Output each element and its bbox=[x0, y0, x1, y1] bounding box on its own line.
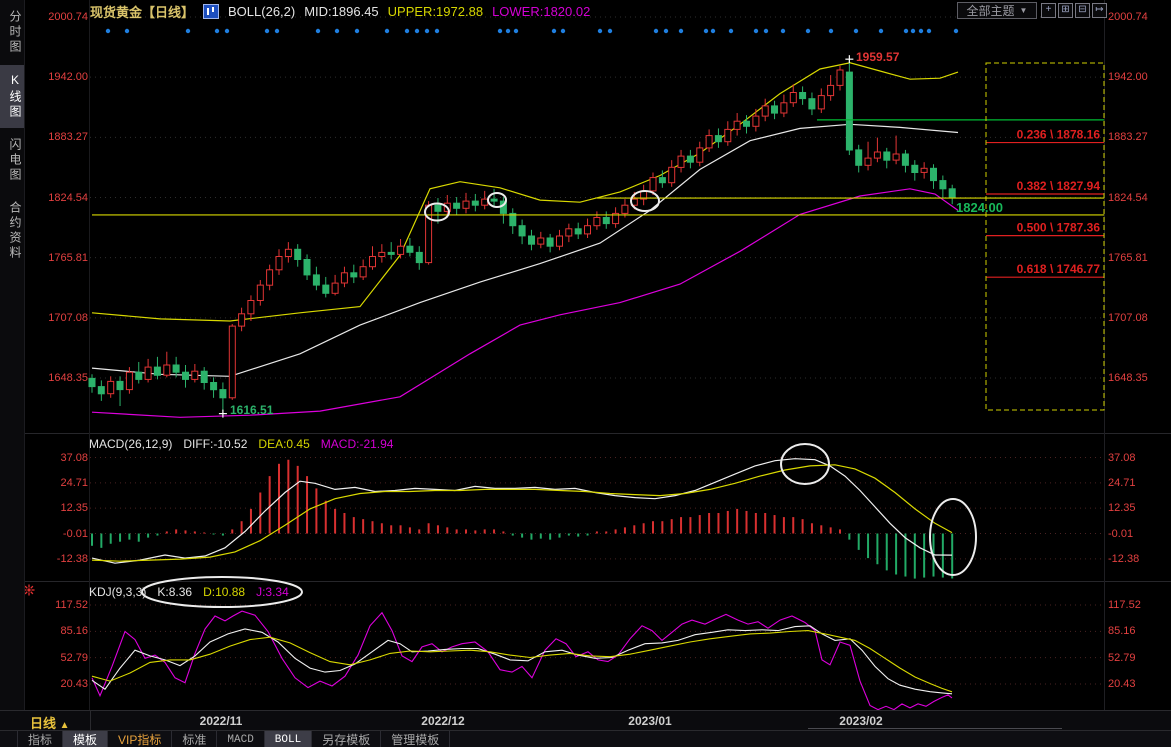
boll-indicator-label: BOLL(26,2) bbox=[228, 3, 296, 19]
fit-height-icon[interactable]: ⊟ bbox=[1075, 3, 1090, 18]
axis-label: 1942.00 bbox=[48, 71, 88, 83]
pan-right-icon[interactable]: ↦ bbox=[1092, 3, 1107, 18]
tab-save-template[interactable]: 另存模板 bbox=[312, 731, 382, 747]
tab-vip-indicators[interactable]: VIP指标 bbox=[108, 731, 173, 747]
candlestick-series bbox=[88, 59, 956, 411]
x-axis-band: 日线 ▲ 2022/11 2022/12 2023/01 2023/02 bbox=[0, 710, 1171, 731]
kdj-d-value: D:10.88 bbox=[203, 585, 246, 599]
macd-macd-value: MACD:-21.94 bbox=[320, 437, 394, 451]
high-price-label: 1959.57 bbox=[856, 50, 900, 64]
tab-manage-templates[interactable]: 管理模板 bbox=[381, 731, 451, 747]
sidebar-tab-kline[interactable]: K线图 bbox=[0, 65, 24, 128]
axis-label: 1707.08 bbox=[1108, 312, 1148, 324]
axis-label: 20.43 bbox=[60, 678, 88, 690]
macd-name-label: MACD(26,12,9) bbox=[89, 437, 173, 451]
axis-label: 12.35 bbox=[60, 502, 88, 514]
chevron-down-icon: ▼ bbox=[1019, 6, 1028, 15]
sidebar-tab-contract-info[interactable]: 合约资料 bbox=[0, 193, 24, 269]
axis-label: 2000.74 bbox=[48, 11, 88, 23]
svg-text:0.500 \ 1787.36: 0.500 \ 1787.36 bbox=[1017, 221, 1101, 235]
trading-app-window: 0.236 \ 1878.16 0.382 \ 1827.94 0.500 \ 17… bbox=[0, 0, 1171, 747]
svg-text:0.236 \ 1878.16: 0.236 \ 1878.16 bbox=[1017, 128, 1101, 142]
axis-label: -0.01 bbox=[62, 528, 88, 540]
macd-diff-value: DIFF:-10.52 bbox=[183, 437, 248, 451]
boll-upper-value: UPPER:1972.88 bbox=[387, 3, 484, 19]
tab-macd[interactable]: MACD bbox=[217, 731, 265, 747]
axis-label: 12.35 bbox=[1108, 502, 1136, 514]
macd-header: MACD(26,12,9) DIFF:-10.52 DEA:0.45 MACD:… bbox=[89, 437, 393, 451]
axis-label: 52.79 bbox=[1108, 652, 1136, 664]
symbol-title: 现货黄金【日线】 bbox=[90, 4, 195, 20]
axis-label: 24.71 bbox=[1108, 477, 1136, 489]
axis-label: -0.01 bbox=[1108, 528, 1134, 540]
axis-label: 20.43 bbox=[1108, 678, 1136, 690]
crosshair-icon[interactable]: + bbox=[1041, 3, 1056, 18]
left-sidebar: 分时图 K线图 闪电图 合约资料 bbox=[0, 0, 25, 710]
x-axis-label: 2023/01 bbox=[628, 714, 672, 728]
kdj-panel-series bbox=[91, 610, 953, 711]
chart-header: 现货黄金【日线】 BOLL(26,2) MID:1896.45 UPPER:19… bbox=[90, 2, 590, 20]
axis-label: 117.52 bbox=[55, 599, 88, 611]
axis-label: 37.08 bbox=[60, 452, 88, 464]
axis-label: 85.16 bbox=[60, 625, 88, 637]
axis-label: 24.71 bbox=[60, 477, 88, 489]
fib-retracement: 0.236 \ 1878.16 0.382 \ 1827.94 0.500 \ 17… bbox=[986, 128, 1104, 278]
axis-label: 1765.81 bbox=[48, 252, 88, 264]
tab-templates[interactable]: 模板 bbox=[63, 731, 109, 747]
tab-standard[interactable]: 标准 bbox=[172, 731, 218, 747]
last-price-label: 1824.00 bbox=[956, 200, 1003, 215]
event-dots[interactable] bbox=[105, 28, 959, 34]
theme-dropdown-label: 全部主题 bbox=[966, 4, 1015, 18]
axis-label: -12.38 bbox=[1108, 553, 1140, 565]
x-axis-label: 2023/02 bbox=[839, 714, 883, 728]
axis-label: 2000.74 bbox=[1108, 11, 1148, 23]
sidebar-tab-lightning[interactable]: 闪电图 bbox=[0, 130, 24, 191]
annotation-ellipses bbox=[141, 190, 977, 608]
kline-chart-icon bbox=[203, 3, 220, 19]
kdj-k-value: K:8.36 bbox=[157, 585, 193, 599]
boll-lower-value: LOWER:1820.02 bbox=[492, 3, 591, 19]
axis-label: 1765.81 bbox=[1108, 252, 1148, 264]
kdj-j-value: J:3.34 bbox=[256, 585, 289, 599]
dashed-selection-box bbox=[985, 62, 1105, 411]
axis-label: 37.08 bbox=[1108, 452, 1136, 464]
tab-indicators[interactable]: 指标 bbox=[18, 731, 64, 747]
svg-text:0.618 \ 1746.77: 0.618 \ 1746.77 bbox=[1017, 262, 1101, 276]
starburst-icon bbox=[23, 584, 35, 596]
axis-label: 52.79 bbox=[60, 652, 88, 664]
axis-label: 117.52 bbox=[1108, 599, 1141, 611]
axis-label: 1707.08 bbox=[48, 312, 88, 324]
tabbar-spacer bbox=[0, 731, 18, 747]
chart-canvas[interactable]: 0.236 \ 1878.16 0.382 \ 1827.94 0.500 \ 17… bbox=[0, 0, 1171, 747]
macd-dea-value: DEA:0.45 bbox=[258, 437, 310, 451]
scroll-range-indicator bbox=[808, 728, 1062, 729]
tab-boll[interactable]: BOLL bbox=[264, 731, 313, 747]
fit-width-icon[interactable]: ⊞ bbox=[1058, 3, 1073, 18]
low-price-label: 1616.51 bbox=[230, 403, 274, 417]
axis-label: -12.38 bbox=[56, 553, 88, 565]
axis-label: 85.16 bbox=[1108, 625, 1136, 637]
axis-label: 1824.54 bbox=[48, 192, 88, 204]
axis-label: 1883.27 bbox=[48, 131, 88, 143]
bottom-tab-bar: 指标 模板 VIP指标 标准 MACD BOLL 另存模板 管理模板 bbox=[0, 730, 1171, 747]
axis-label: 1648.35 bbox=[1108, 372, 1148, 384]
kdj-name-label: KDJ(9,3,3) bbox=[89, 585, 147, 599]
period-label: 日线 bbox=[30, 716, 57, 731]
axis-label: 1824.54 bbox=[1108, 192, 1148, 204]
x-axis-label: 2022/11 bbox=[199, 714, 243, 728]
svg-text:0.382 \ 1827.94: 0.382 \ 1827.94 bbox=[1017, 179, 1101, 193]
axis-label: 1883.27 bbox=[1108, 131, 1148, 143]
x-axis-label: 2022/12 bbox=[421, 714, 465, 728]
sidebar-tab-timeshare[interactable]: 分时图 bbox=[0, 2, 24, 63]
axis-label: 1648.35 bbox=[48, 372, 88, 384]
boll-mid-value: MID:1896.45 bbox=[304, 3, 379, 19]
divider bbox=[90, 711, 91, 731]
axis-label: 1942.00 bbox=[1108, 71, 1148, 83]
chart-toolbar: + ⊞ ⊟ ↦ bbox=[1041, 3, 1107, 18]
theme-dropdown-button[interactable]: 全部主题 ▼ bbox=[957, 2, 1037, 19]
boll-bands bbox=[91, 62, 959, 418]
kdj-header: KDJ(9,3,3) K:8.36 D:10.88 J:3.34 bbox=[89, 585, 289, 599]
